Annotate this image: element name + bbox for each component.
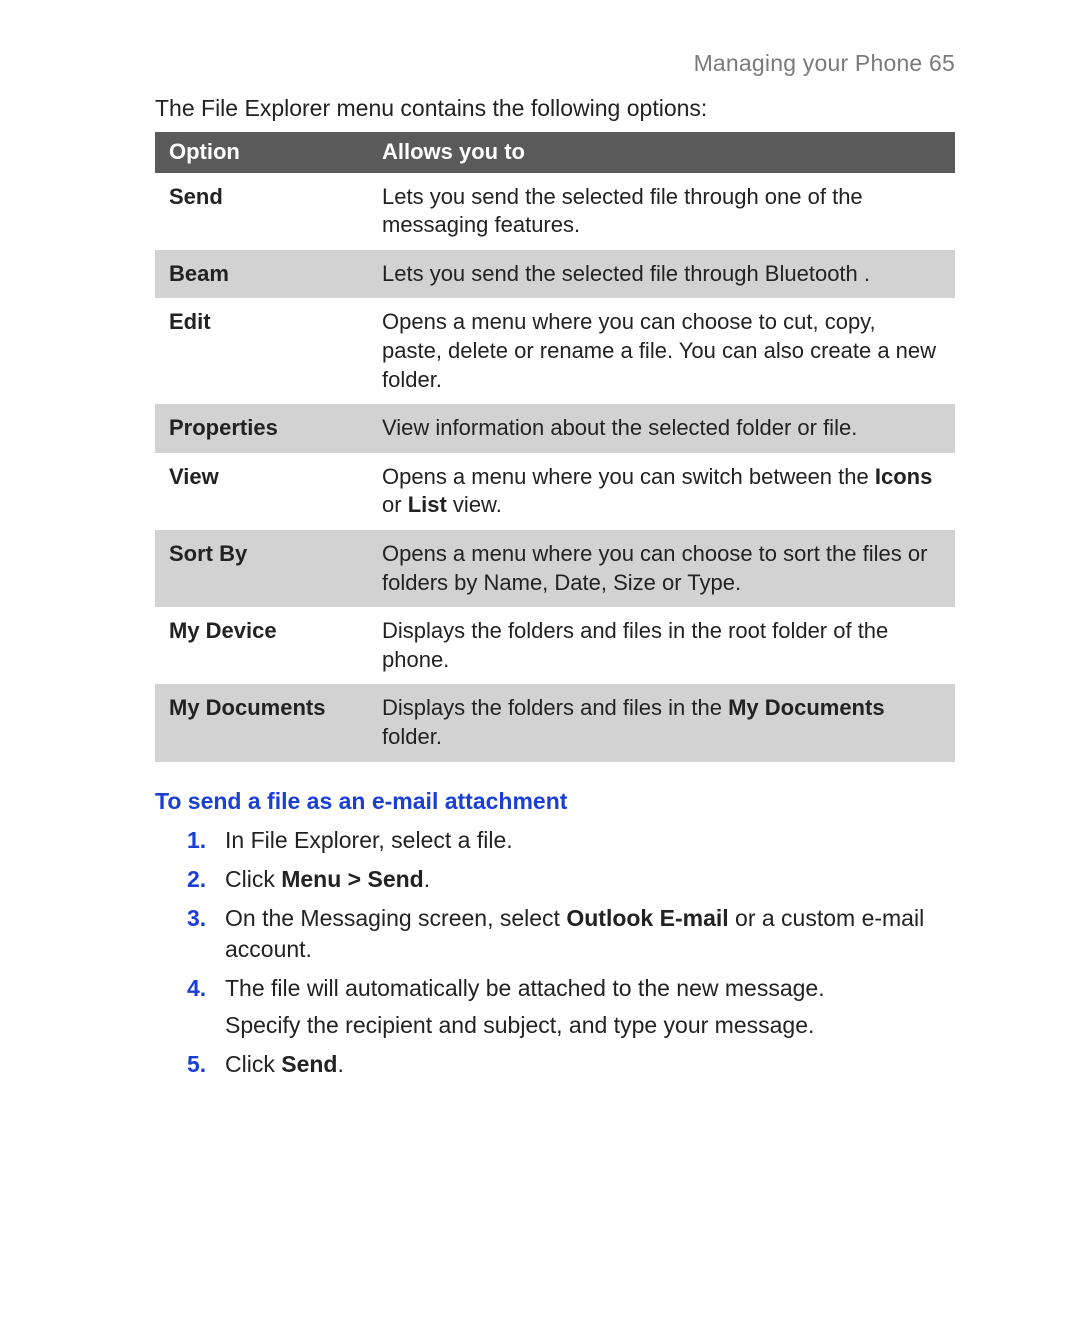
list-item: In File Explorer, select a file. (225, 821, 955, 860)
table-row: My Device Displays the folders and files… (155, 607, 955, 684)
desc-part: Opens a menu where you can switch betwee… (382, 464, 875, 489)
option-desc: Lets you send the selected file through … (368, 250, 955, 299)
list-item: Click Menu > Send. (225, 860, 955, 899)
option-desc: View information about the selected fold… (368, 404, 955, 453)
option-name: Beam (155, 250, 368, 299)
step-text: . (337, 1051, 343, 1077)
col-header-option: Option (155, 132, 368, 173)
list-item: Click Send. (225, 1045, 955, 1084)
table-row: Properties View information about the se… (155, 404, 955, 453)
option-name: View (155, 453, 368, 530)
option-desc: Lets you send the selected file through … (368, 173, 955, 250)
page: Managing your Phone 65 The File Explorer… (0, 0, 1080, 1327)
col-header-desc: Allows you to (368, 132, 955, 173)
desc-bold: List (408, 492, 447, 517)
option-name: Edit (155, 298, 368, 404)
desc-part: Displays the folders and files in the (382, 695, 728, 720)
intro-text: The File Explorer menu contains the foll… (155, 95, 955, 122)
option-name: Sort By (155, 530, 368, 607)
option-desc: Opens a menu where you can choose to cut… (368, 298, 955, 404)
option-desc: Opens a menu where you can choose to sor… (368, 530, 955, 607)
option-desc: Displays the folders and files in the My… (368, 684, 955, 761)
desc-part: view. (447, 492, 502, 517)
list-item: On the Messaging screen, select Outlook … (225, 899, 955, 969)
option-desc: Opens a menu where you can switch betwee… (368, 453, 955, 530)
option-name: My Device (155, 607, 368, 684)
desc-bold: My Documents (728, 695, 884, 720)
table-header-row: Option Allows you to (155, 132, 955, 173)
step-text: The file will automatically be attached … (225, 975, 825, 1001)
desc-part: or (382, 492, 408, 517)
desc-bold: Icons (875, 464, 932, 489)
steps-list: In File Explorer, select a file. Click M… (155, 821, 955, 1084)
step-text: Click (225, 1051, 281, 1077)
option-desc: Displays the folders and files in the ro… (368, 607, 955, 684)
step-bold: Outlook E-mail (566, 905, 728, 931)
options-table: Option Allows you to Send Lets you send … (155, 132, 955, 762)
desc-part: folder. (382, 724, 442, 749)
step-text: In File Explorer, select a file. (225, 827, 513, 853)
table-row: View Opens a menu where you can switch b… (155, 453, 955, 530)
table-row: Send Lets you send the selected file thr… (155, 173, 955, 250)
running-head: Managing your Phone 65 (155, 50, 955, 77)
table-row: Sort By Opens a menu where you can choos… (155, 530, 955, 607)
option-name: My Documents (155, 684, 368, 761)
step-bold: Send (281, 1051, 337, 1077)
step-bold: Menu > Send (281, 866, 424, 892)
table-row: Beam Lets you send the selected file thr… (155, 250, 955, 299)
section-heading: To send a file as an e-mail attachment (155, 788, 955, 815)
step-text: . (424, 866, 430, 892)
table-row: My Documents Displays the folders and fi… (155, 684, 955, 761)
option-name: Properties (155, 404, 368, 453)
table-row: Edit Opens a menu where you can choose t… (155, 298, 955, 404)
step-text: Click (225, 866, 281, 892)
step-text-cont: Specify the recipient and subject, and t… (225, 1010, 955, 1041)
option-name: Send (155, 173, 368, 250)
step-text: On the Messaging screen, select (225, 905, 566, 931)
list-item: The file will automatically be attached … (225, 969, 955, 1045)
